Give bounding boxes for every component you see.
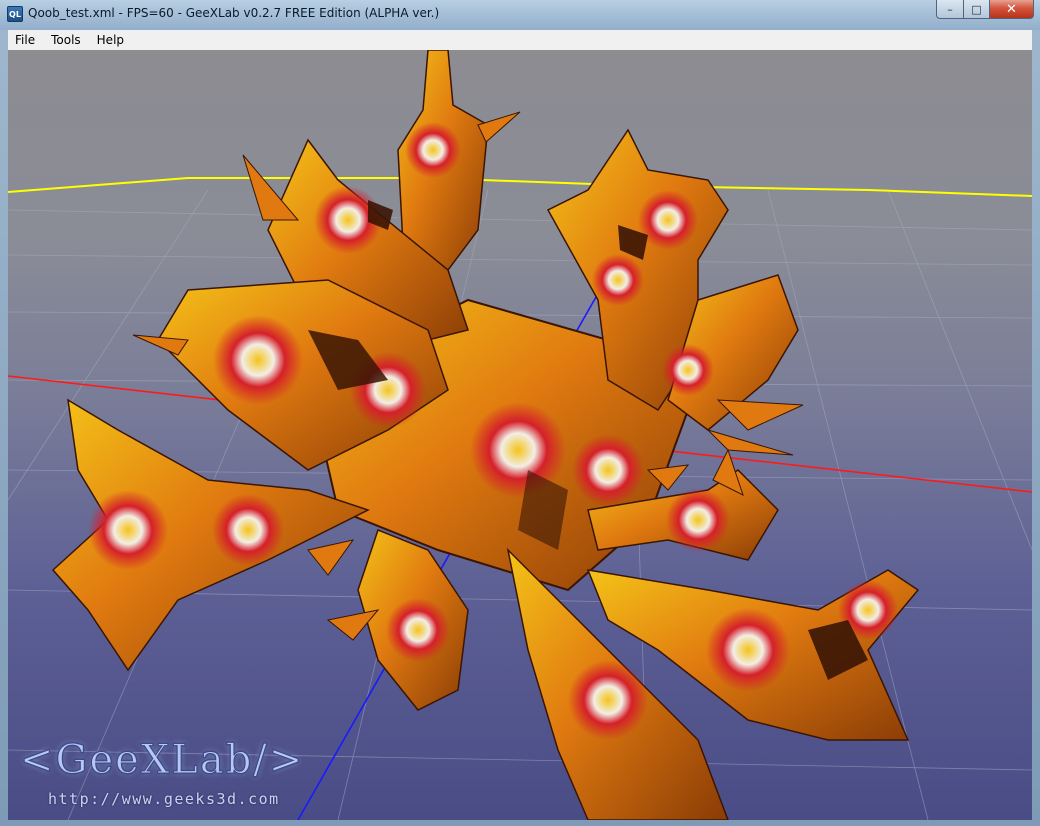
app-window: QL Qoob_test.xml - FPS=60 - GeeXLab v0.2… [0, 0, 1040, 826]
app-icon[interactable]: QL [7, 6, 23, 22]
title-bar[interactable]: QL Qoob_test.xml - FPS=60 - GeeXLab v0.2… [0, 0, 1040, 30]
close-button[interactable]: ✕ [989, 0, 1034, 19]
close-icon: ✕ [1006, 1, 1017, 17]
window-title: Qoob_test.xml - FPS=60 - GeeXLab v0.2.7 … [28, 6, 440, 20]
geexlab-logo: <GeeXLab/> [19, 737, 305, 783]
minimize-button[interactable]: – [936, 0, 963, 19]
maximize-icon: □ [971, 2, 982, 16]
menu-file[interactable]: File [8, 30, 43, 50]
horizon-line [8, 177, 1032, 197]
minimize-icon: – [947, 2, 953, 16]
render-viewport[interactable]: <GeeXLab/> http://www.geeks3d.com [8, 50, 1032, 820]
window-controls: – □ ✕ [936, 0, 1034, 19]
geeks3d-url: http://www.geeks3d.com [48, 790, 280, 808]
menu-help[interactable]: Help [89, 30, 132, 50]
menu-bar: File Tools Help [8, 30, 1032, 51]
scene-canvas [8, 50, 1032, 820]
qoob-sculpture [51, 50, 920, 820]
maximize-button[interactable]: □ [963, 0, 989, 19]
menu-tools[interactable]: Tools [43, 30, 89, 50]
